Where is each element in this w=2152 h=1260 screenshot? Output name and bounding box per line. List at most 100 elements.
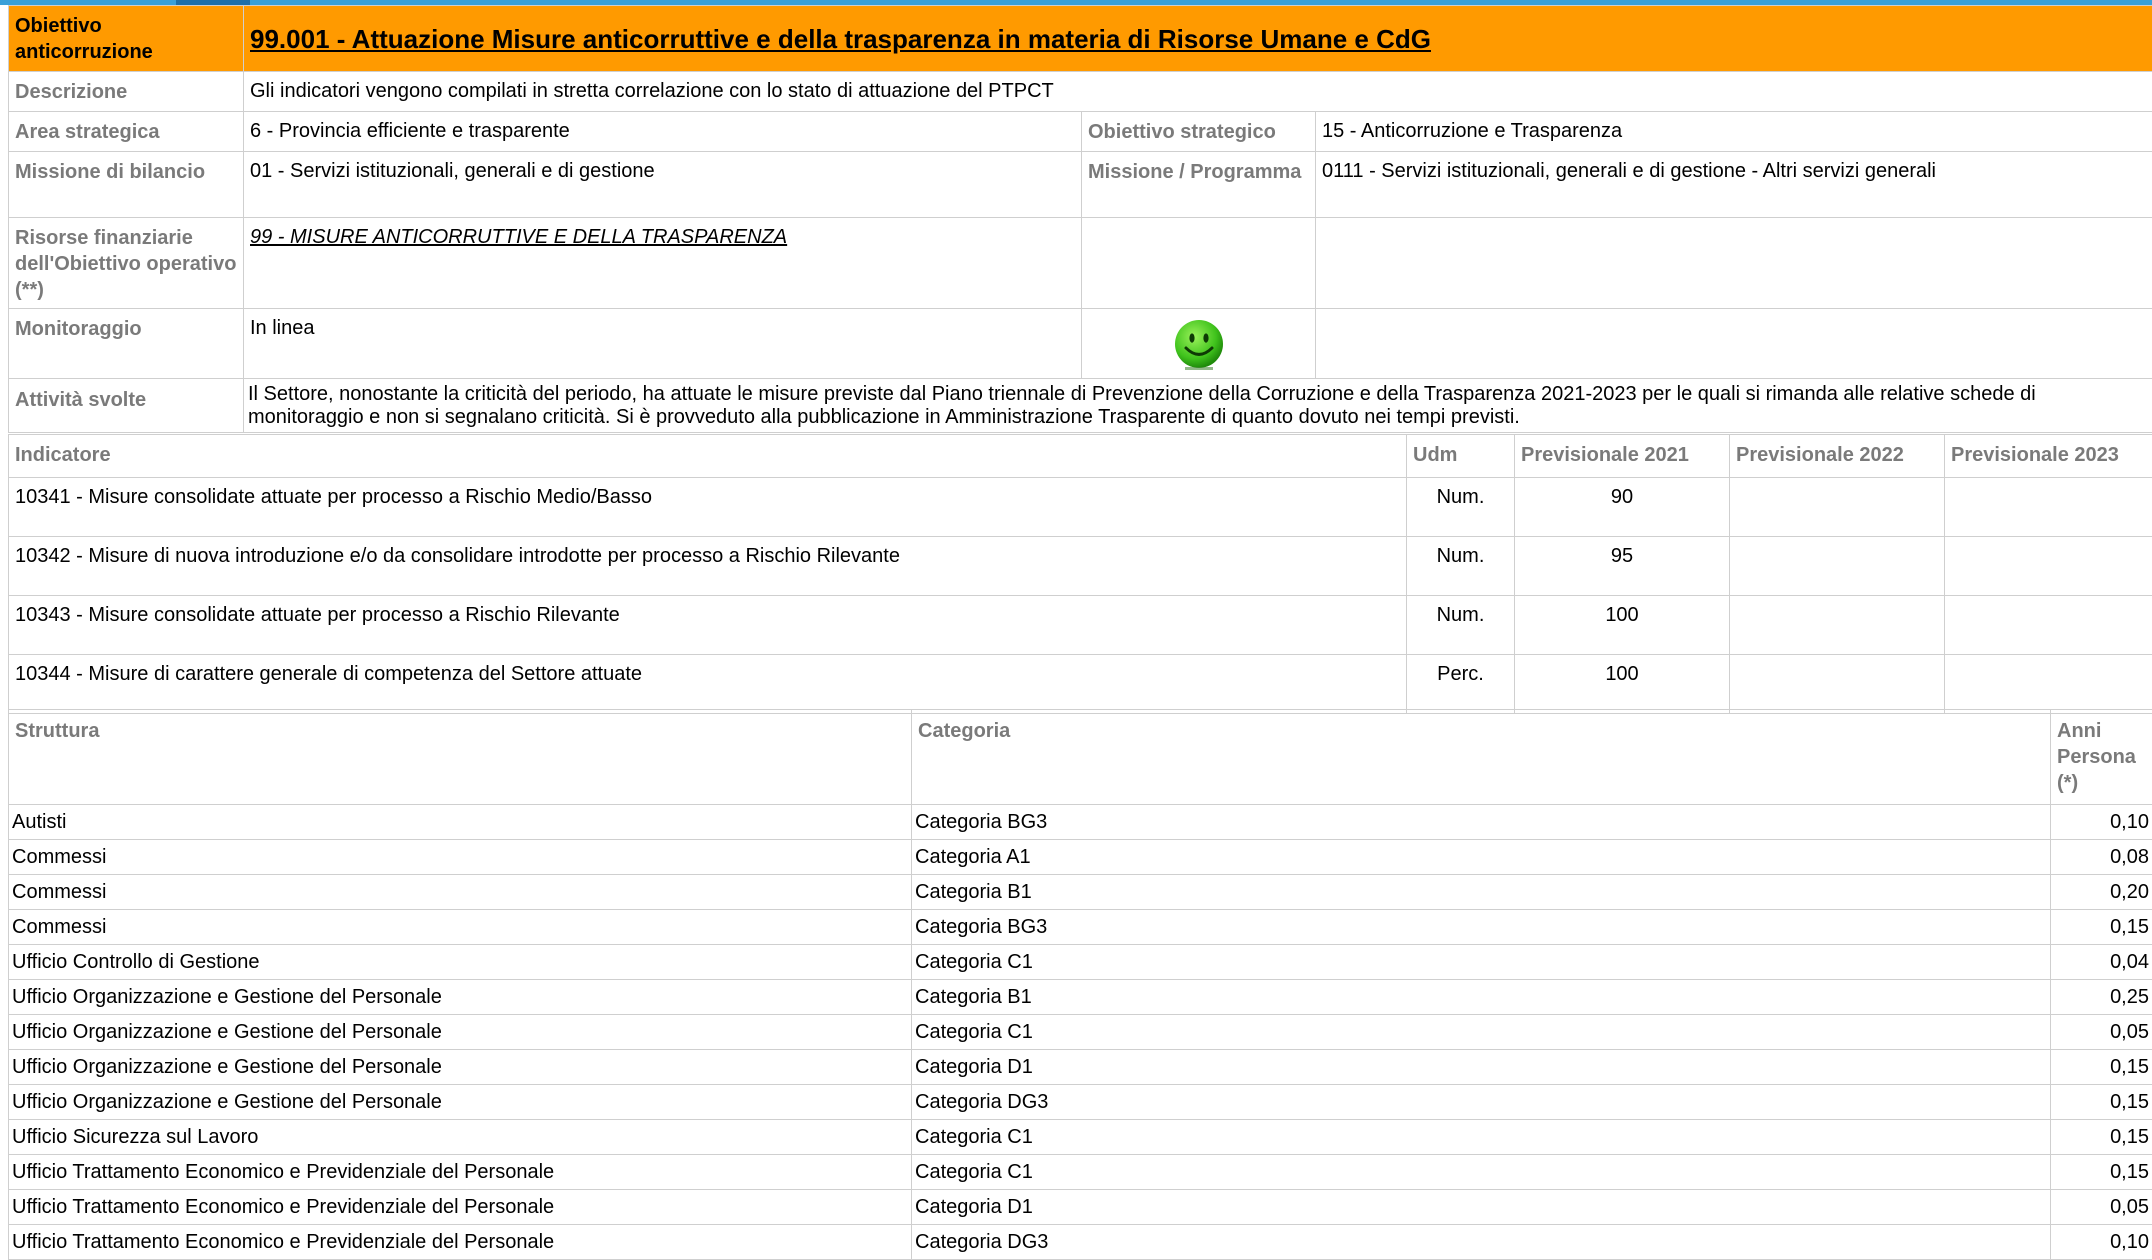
staff-header-row: Struttura Categoria Anni Persona (*) [9, 710, 2152, 805]
obiettivo-strategico-value: 15 - Anticorruzione e Trasparenza [1316, 112, 2152, 152]
indicator-name: 10342 - Misure di nuova introduzione e/o… [9, 537, 1407, 596]
staff-anni: 0,15 [2051, 1085, 2152, 1120]
staff-categoria: Categoria D1 [912, 1050, 2051, 1085]
objective-title-cell: 99.001 - Attuazione Misure anticorruttiv… [244, 6, 2152, 72]
indicator-udm: Num. [1407, 537, 1515, 596]
staff-anni: 0,08 [2051, 840, 2152, 875]
descrizione-value: Gli indicatori vengono compilati in stre… [244, 72, 2152, 112]
indicators-header-row: Indicatore Udm Previsionale 2021 Previsi… [9, 435, 2152, 478]
missione-row: Missione di bilancio 01 - Servizi istitu… [9, 152, 2152, 218]
staff-struttura: Ufficio Organizzazione e Gestione del Pe… [9, 1050, 912, 1085]
attivita-value: Il Settore, nonostante la criticità del … [244, 379, 2152, 433]
staff-row: Ufficio Organizzazione e Gestione del Pe… [9, 980, 2152, 1015]
staff-row: CommessiCategoria B10,20 [9, 875, 2152, 910]
staff-row: Ufficio Organizzazione e Gestione del Pe… [9, 1085, 2152, 1120]
indicator-p2023 [1945, 537, 2152, 596]
staff-categoria: Categoria DG3 [912, 1225, 2051, 1260]
missione-programma-value: 0111 - Servizi istituzionali, generali e… [1316, 152, 2152, 218]
indicator-udm: Perc. [1407, 655, 1515, 714]
indicator-name: 10343 - Misure consolidate attuate per p… [9, 596, 1407, 655]
staff-anni: 0,15 [2051, 910, 2152, 945]
attivita-row: Attività svolte Il Settore, nonostante l… [9, 379, 2152, 433]
col-previsionale-2021: Previsionale 2021 [1515, 435, 1730, 478]
risorse-label: Risorse finanziarie dell'Obiettivo opera… [9, 218, 244, 309]
col-udm: Udm [1407, 435, 1515, 478]
staff-anni: 0,15 [2051, 1120, 2152, 1155]
objective-info-table: Obiettivo anticorruzione 99.001 - Attuaz… [8, 5, 2152, 433]
staff-struttura: Ufficio Trattamento Economico e Previden… [9, 1155, 912, 1190]
col-previsionale-2022: Previsionale 2022 [1730, 435, 1945, 478]
indicator-p2023 [1945, 596, 2152, 655]
staff-anni: 0,15 [2051, 1050, 2152, 1085]
indicator-udm: Num. [1407, 596, 1515, 655]
indicator-name: 10341 - Misure consolidate attuate per p… [9, 478, 1407, 537]
objective-label: Obiettivo anticorruzione [9, 6, 244, 72]
monitoraggio-status-cell [1082, 309, 1316, 379]
staff-anni: 0,05 [2051, 1190, 2152, 1225]
staff-categoria: Categoria D1 [912, 1190, 2051, 1225]
staff-struttura: Ufficio Organizzazione e Gestione del Pe… [9, 980, 912, 1015]
monitoraggio-label: Monitoraggio [9, 309, 244, 379]
indicator-name: 10344 - Misure di carattere generale di … [9, 655, 1407, 714]
col-categoria: Categoria [912, 710, 2051, 805]
missione-bilancio-label: Missione di bilancio [9, 152, 244, 218]
staff-struttura: Ufficio Trattamento Economico e Previden… [9, 1190, 912, 1225]
staff-row: AutistiCategoria BG30,10 [9, 805, 2152, 840]
indicator-p2022 [1730, 478, 1945, 537]
staff-struttura: Ufficio Organizzazione e Gestione del Pe… [9, 1085, 912, 1120]
indicator-udm: Num. [1407, 478, 1515, 537]
indicator-row: 10342 - Misure di nuova introduzione e/o… [9, 537, 2152, 596]
col-indicatore: Indicatore [9, 435, 1407, 478]
risorse-value: 99 - MISURE ANTICORRUTTIVE E DELLA TRASP… [244, 218, 1082, 309]
objective-header-row: Obiettivo anticorruzione 99.001 - Attuaz… [9, 6, 2152, 72]
indicators-table: Indicatore Udm Previsionale 2021 Previsi… [8, 434, 2152, 714]
staff-anni: 0,04 [2051, 945, 2152, 980]
col-anni-persona: Anni Persona (*) [2051, 710, 2152, 805]
staff-anni: 0,20 [2051, 875, 2152, 910]
staff-categoria: Categoria BG3 [912, 910, 2051, 945]
staff-struttura: Commessi [9, 875, 912, 910]
staff-categoria: Categoria B1 [912, 875, 2051, 910]
staff-categoria: Categoria A1 [912, 840, 2051, 875]
staff-row: Ufficio Controllo di GestioneCategoria C… [9, 945, 2152, 980]
staff-anni: 0,10 [2051, 1225, 2152, 1260]
staff-anni: 0,15 [2051, 1155, 2152, 1190]
risorse-row: Risorse finanziarie dell'Obiettivo opera… [9, 218, 2152, 309]
monitoraggio-empty-cell [1316, 309, 2152, 379]
smiley-green-icon [1173, 319, 1225, 371]
indicator-row: 10341 - Misure consolidate attuate per p… [9, 478, 2152, 537]
staff-row: CommessiCategoria BG30,15 [9, 910, 2152, 945]
indicator-p2022 [1730, 655, 1945, 714]
staff-row: Ufficio Trattamento Economico e Previden… [9, 1225, 2152, 1260]
staff-categoria: Categoria C1 [912, 1155, 2051, 1190]
staff-struttura: Ufficio Organizzazione e Gestione del Pe… [9, 1015, 912, 1050]
indicator-p2021: 95 [1515, 537, 1730, 596]
staff-struttura: Ufficio Trattamento Economico e Previden… [9, 1225, 912, 1260]
staff-categoria: Categoria C1 [912, 1015, 2051, 1050]
staff-row: Ufficio Organizzazione e Gestione del Pe… [9, 1015, 2152, 1050]
indicator-p2021: 100 [1515, 655, 1730, 714]
missione-programma-label: Missione / Programma [1082, 152, 1316, 218]
staff-row: CommessiCategoria A10,08 [9, 840, 2152, 875]
indicator-p2023 [1945, 478, 2152, 537]
staff-row: Ufficio Sicurezza sul LavoroCategoria C1… [9, 1120, 2152, 1155]
risorse-empty-cell [1316, 218, 2152, 309]
staff-categoria: Categoria C1 [912, 1120, 2051, 1155]
staff-categoria: Categoria B1 [912, 980, 2051, 1015]
risorse-link[interactable]: 99 - MISURE ANTICORRUTTIVE E DELLA TRASP… [250, 226, 787, 248]
staff-struttura: Commessi [9, 910, 912, 945]
descrizione-label: Descrizione [9, 72, 244, 112]
col-previsionale-2023: Previsionale 2023 [1945, 435, 2152, 478]
descrizione-row: Descrizione Gli indicatori vengono compi… [9, 72, 2152, 112]
staff-struttura: Ufficio Controllo di Gestione [9, 945, 912, 980]
indicator-p2023 [1945, 655, 2152, 714]
staff-struttura: Autisti [9, 805, 912, 840]
risorse-empty-cell [1082, 218, 1316, 309]
monitoraggio-row: Monitoraggio In linea [9, 309, 2152, 379]
col-struttura: Struttura [9, 710, 912, 805]
indicator-row: 10343 - Misure consolidate attuate per p… [9, 596, 2152, 655]
staff-categoria: Categoria C1 [912, 945, 2051, 980]
objective-title-link[interactable]: 99.001 - Attuazione Misure anticorruttiv… [250, 13, 1431, 55]
area-row: Area strategica 6 - Provincia efficiente… [9, 112, 2152, 152]
staff-categoria: Categoria BG3 [912, 805, 2051, 840]
